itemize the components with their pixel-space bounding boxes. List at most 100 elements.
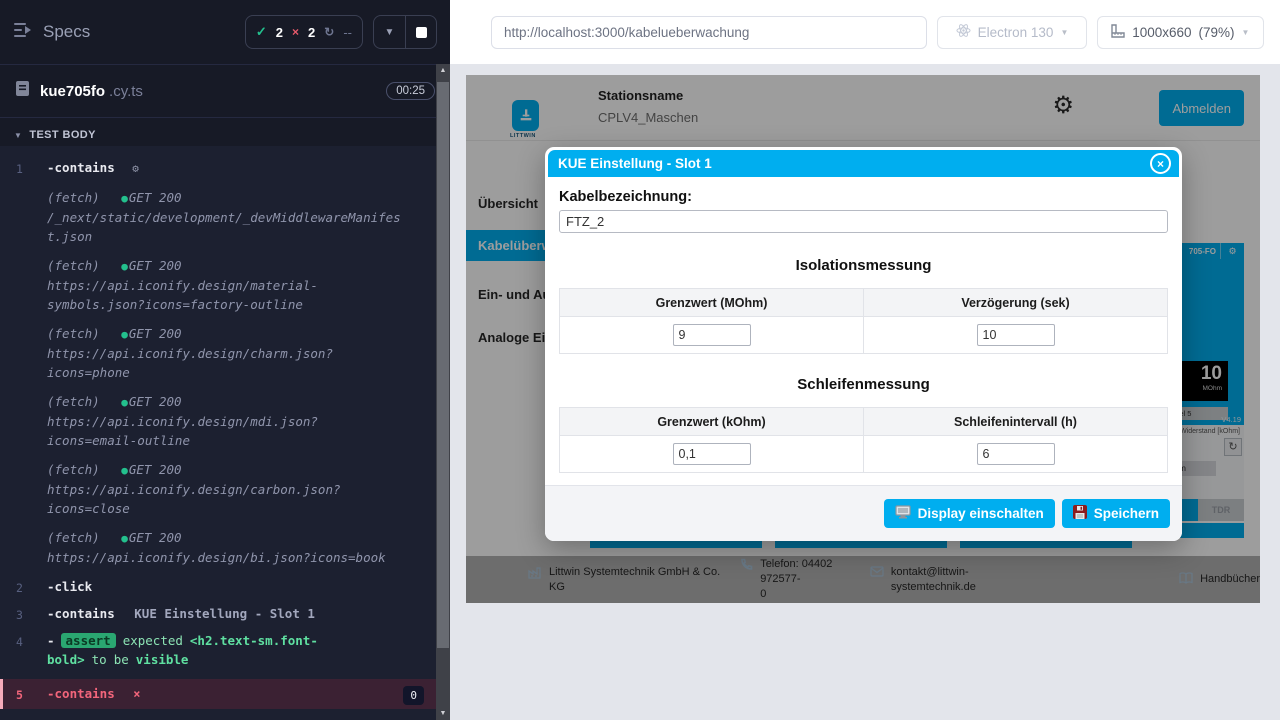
fetch-log-row[interactable]: (fetch) ●GET 200 https://api.iconify.des…	[0, 528, 436, 567]
url-bar[interactable]	[491, 16, 927, 49]
status-dot-icon: ●	[121, 328, 128, 341]
chevron-down-icon: ▼	[1242, 28, 1250, 37]
command-number: 2	[16, 579, 23, 598]
command-dash: -	[47, 160, 55, 175]
table-cell	[560, 317, 864, 354]
command-row[interactable]: 1 -contains ⚙	[0, 158, 436, 178]
close-icon[interactable]: ×	[1150, 153, 1171, 174]
cable-name-input[interactable]	[559, 210, 1168, 233]
spec-file-icon	[15, 80, 30, 102]
save-label: Speichern	[1094, 506, 1159, 521]
command-name: contains	[55, 606, 115, 621]
command-number: 3	[16, 606, 23, 625]
fetch-url: https://api.iconify.design/bi.json?icons…	[47, 548, 422, 567]
pending-count: --	[343, 25, 352, 40]
app-frame: LITTWIN Stationsname CPLV4_Maschen ⚙ Abm…	[466, 75, 1260, 603]
scrollbar-thumb[interactable]	[437, 82, 449, 648]
fail-x-icon: ×	[133, 687, 140, 701]
failed-icon: ×	[292, 25, 299, 39]
viewport-select[interactable]: 1000x660 (79%) ▼	[1097, 16, 1264, 49]
command-number: 5	[16, 686, 23, 705]
reporter-scrollbar[interactable]: ▲ ▼	[436, 64, 450, 720]
scroll-down-icon[interactable]: ▼	[436, 707, 450, 720]
assert-text: to	[92, 652, 107, 667]
spec-name: kue705fo	[40, 83, 105, 100]
column-header: Verzögerung (sek)	[864, 289, 1168, 317]
loop-table: Grenzwert (kOhm) Schleifenintervall (h)	[559, 407, 1168, 473]
table-cell	[864, 436, 1168, 473]
spec-duration: 00:25	[386, 82, 435, 100]
reporter-header: Specs ✓ 2 × 2 ↻ -- ▼	[0, 0, 450, 64]
failed-command-row[interactable]: 5 -contains × 0	[0, 679, 436, 709]
loop-intervall-input[interactable]	[977, 443, 1055, 465]
kue-settings-modal: KUE Einstellung - Slot 1 × Kabelbezeichn…	[545, 147, 1182, 541]
aut-toolbar: Electron 130 ▼ 1000x660 (79%) ▼	[450, 0, 1280, 64]
command-log: 1 -contains ⚙ (fetch) ●GET 200 /_next/st…	[0, 146, 436, 720]
collapse-button[interactable]: ▼	[374, 16, 405, 48]
command-dash: -	[47, 579, 55, 594]
fetch-url: https://api.iconify.design/charm.json? i…	[47, 344, 422, 382]
modal-footer: Display einschalten Speichern	[545, 485, 1182, 541]
stop-button[interactable]	[405, 16, 436, 48]
iso-verzoegerung-input[interactable]	[977, 324, 1055, 346]
command-name: contains	[55, 160, 115, 175]
fetch-log-row[interactable]: (fetch) ●GET 200 /_next/static/developme…	[0, 188, 436, 246]
column-header: Grenzwert (MOhm)	[560, 289, 864, 317]
display-on-button[interactable]: Display einschalten	[884, 499, 1055, 528]
fetch-label: (fetch)	[47, 462, 100, 477]
fetch-label: (fetch)	[47, 190, 100, 205]
fetch-status: GET 200	[129, 530, 182, 545]
specs-title[interactable]: Specs	[13, 22, 90, 43]
floppy-disk-icon	[1073, 505, 1087, 522]
assert-text: expected	[123, 633, 183, 648]
iso-grenzwert-input[interactable]	[673, 324, 751, 346]
fetch-status: GET 200	[129, 190, 182, 205]
display-on-label: Display einschalten	[918, 506, 1044, 521]
test-body-label: TEST BODY	[29, 129, 96, 141]
modal-body: Kabelbezeichnung: Isolationsmessung Gren…	[545, 177, 1182, 473]
command-row[interactable]: 2 -click	[0, 577, 436, 596]
fetch-log-row[interactable]: (fetch) ●GET 200 https://api.iconify.des…	[0, 324, 436, 382]
specs-list-icon	[13, 22, 33, 43]
chevron-down-icon: ▼	[1060, 28, 1068, 37]
modal-title: KUE Einstellung - Slot 1	[558, 156, 712, 171]
spec-file-row[interactable]: kue705fo .cy.ts 00:25	[0, 64, 450, 117]
browser-label: Electron 130	[978, 25, 1054, 40]
stop-icon	[416, 27, 427, 38]
passed-icon: ✓	[256, 24, 267, 40]
specs-label: Specs	[43, 22, 90, 42]
scroll-up-icon[interactable]: ▲	[436, 64, 450, 77]
column-header: Grenzwert (kOhm)	[560, 408, 864, 436]
save-button[interactable]: Speichern	[1062, 499, 1170, 528]
fetch-label: (fetch)	[47, 326, 100, 341]
test-body-header[interactable]: ▼ TEST BODY	[0, 117, 450, 146]
status-dot-icon: ●	[121, 532, 128, 545]
command-row[interactable]: 3 -contains KUE Einstellung - Slot 1	[0, 604, 436, 623]
command-dash: -	[47, 686, 55, 701]
command-dash: -	[47, 633, 55, 648]
fetch-label: (fetch)	[47, 530, 100, 545]
cable-label: Kabelbezeichnung:	[559, 189, 1168, 205]
command-dash: -	[47, 606, 55, 621]
viewport-size: 1000x660	[1132, 25, 1191, 40]
fetch-status: GET 200	[129, 258, 182, 273]
fetch-url: /_next/static/development/_devMiddleware…	[47, 208, 422, 246]
ruler-icon	[1111, 24, 1125, 41]
run-stats: ✓ 2 × 2 ↻ --	[245, 15, 363, 49]
loop-grenzwert-input[interactable]	[673, 443, 751, 465]
fetch-log-row[interactable]: (fetch) ●GET 200 https://api.iconify.des…	[0, 460, 436, 518]
assert-text: visible	[136, 652, 189, 667]
status-dot-icon: ●	[121, 464, 128, 477]
monitor-icon	[895, 505, 911, 522]
fetch-url: https://api.iconify.design/carbon.json? …	[47, 480, 422, 518]
fetch-log-row[interactable]: (fetch) ●GET 200 https://api.iconify.des…	[0, 256, 436, 314]
fetch-url: https://api.iconify.design/material- sym…	[47, 276, 422, 314]
cypress-reporter: Specs ✓ 2 × 2 ↻ -- ▼ kue705fo .cy.ts 00:…	[0, 0, 450, 720]
fetch-log-row[interactable]: (fetch) ●GET 200 https://api.iconify.des…	[0, 392, 436, 450]
status-dot-icon: ●	[121, 192, 128, 205]
gear-icon: ⚙	[132, 162, 139, 175]
assert-row[interactable]: 4 -assertexpected<h2.text-sm.font-bold>t…	[0, 631, 436, 669]
browser-select[interactable]: Electron 130 ▼	[937, 16, 1086, 49]
command-number: 4	[16, 633, 23, 652]
url-input[interactable]	[504, 25, 914, 40]
